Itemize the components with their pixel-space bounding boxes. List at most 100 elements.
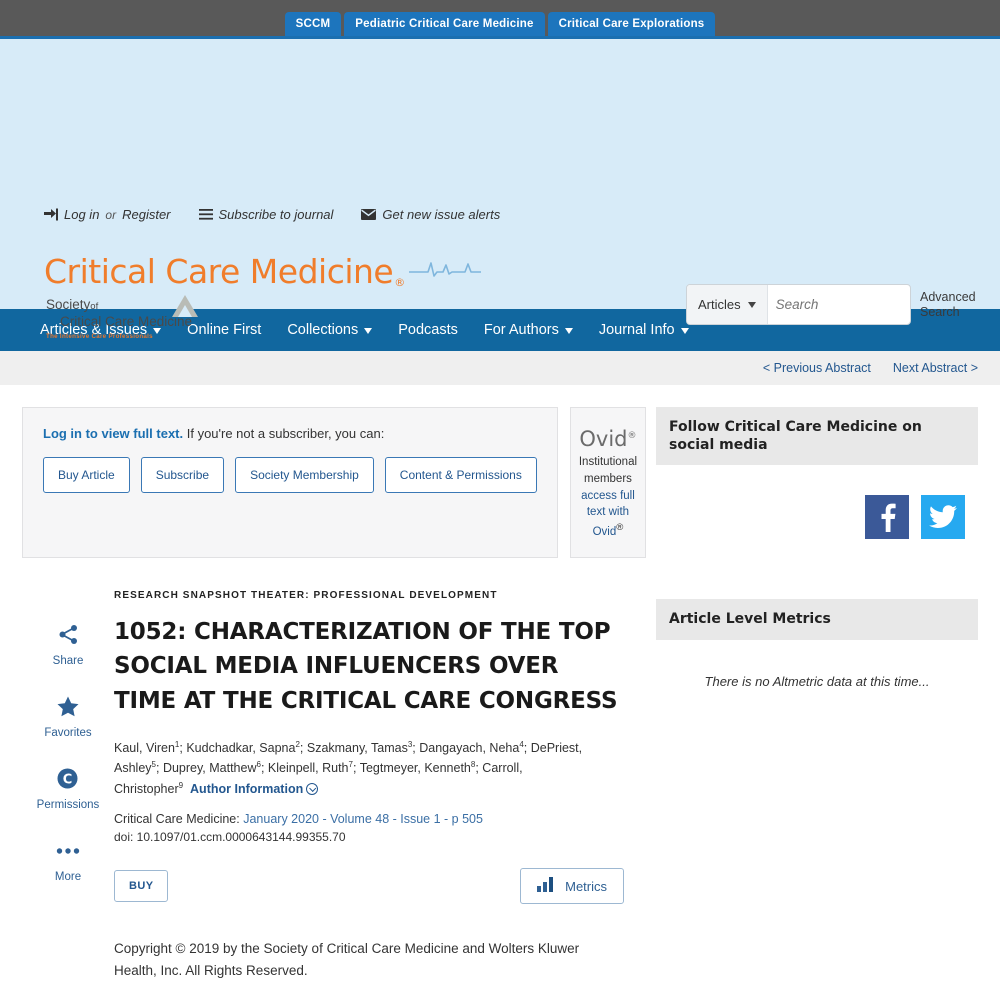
article-content: RESEARCH SNAPSHOT THEATER: PROFESSIONAL …	[114, 590, 632, 1000]
access-buttons: Buy Article Subscribe Society Membership…	[43, 457, 537, 493]
society-membership-button[interactable]: Society Membership	[235, 457, 374, 493]
article-action-row: BUY Metrics	[114, 868, 624, 905]
article-section-kicker: RESEARCH SNAPSHOT THEATER: PROFESSIONAL …	[114, 589, 498, 601]
twitter-icon[interactable]	[921, 495, 965, 540]
search-input[interactable]	[767, 297, 910, 312]
article-copyright: Copyright © 2019 by the Society of Criti…	[114, 941, 580, 979]
ovid-line-3: text with Ovid®	[579, 504, 637, 540]
journal-tab-pediatric-critical-care-medicine[interactable]: Pediatric Critical Care Medicine	[344, 11, 545, 36]
author-separator: ;	[523, 741, 531, 756]
login-to-view-link[interactable]: Log in to view full text.	[43, 426, 183, 441]
more-tool[interactable]: More	[55, 838, 81, 883]
journal-logo-text: Critical Care Medicine	[44, 252, 394, 291]
citation-issue-link[interactable]: January 2020 - Volume 48 - Issue 1 - p 5…	[243, 812, 483, 826]
nav-item-for-authors[interactable]: For Authors	[484, 322, 573, 338]
society-word-of: of	[90, 301, 99, 312]
author-affil-marker: 9	[178, 780, 184, 790]
facebook-icon[interactable]	[865, 495, 909, 540]
masthead-banner: Log in or Register Subscribe to journal …	[0, 36, 1000, 340]
author-information-toggle[interactable]: Author Information	[190, 782, 319, 796]
bar-chart-icon	[537, 877, 554, 895]
ekg-line-icon	[408, 251, 481, 284]
author-name: Duprey, Matthew	[162, 761, 257, 776]
society-triangle-inner-icon	[178, 305, 192, 317]
article-row: Share Favorites C Permissions More RESEA…	[22, 590, 632, 1000]
ovid-logo: Ovid®	[579, 424, 637, 454]
alerts-label[interactable]: Get new issue alerts	[382, 207, 500, 222]
nav-label: Journal Info	[598, 322, 675, 338]
svg-text:C: C	[63, 772, 73, 787]
permissions-tool[interactable]: C Permissions	[36, 766, 100, 811]
main-column: Log in to view full text. If you're not …	[22, 407, 647, 1000]
share-label: Share	[52, 654, 84, 667]
search-scope-dropdown[interactable]: Articles	[687, 285, 768, 324]
subscribe-label[interactable]: Subscribe to journal	[219, 207, 334, 222]
journal-tab-critical-care-explorations[interactable]: Critical Care Explorations	[547, 11, 716, 36]
society-word-society: Society	[46, 297, 91, 312]
ovid-members-text: members	[583, 473, 632, 486]
ovid-access-link[interactable]: access full	[581, 490, 635, 502]
author-item: Kudchadkar, Sapna2;	[186, 740, 307, 756]
citation-journal-name: Critical Care Medicine:	[114, 811, 240, 826]
search-area: Articles Advanced Search	[686, 284, 978, 325]
article-title: 1052: CHARACTERIZATION OF THE TOP SOCIAL…	[114, 618, 618, 714]
author-name: Dangayach, Neha	[419, 741, 520, 756]
access-prompt: Log in to view full text. If you're not …	[43, 426, 537, 441]
issue-alerts-link[interactable]: Get new issue alerts	[361, 207, 500, 222]
favorites-label: Favorites	[44, 726, 92, 739]
ovid-access-box[interactable]: Ovid® Institutional members access full …	[569, 407, 647, 558]
subscribe-button[interactable]: Subscribe	[140, 457, 225, 493]
subscribe-to-journal-link[interactable]: Subscribe to journal	[198, 207, 334, 222]
access-options-box: Log in to view full text. If you're not …	[22, 407, 558, 558]
advanced-search-link[interactable]: Advanced Search	[920, 290, 978, 319]
hamburger-icon	[198, 209, 213, 220]
metrics-button[interactable]: Metrics	[520, 868, 624, 905]
article-citation: Critical Care Medicine: January 2020 - V…	[114, 810, 624, 829]
share-tool[interactable]: Share	[52, 622, 84, 667]
society-tagline: The Intensive Care Professionals	[46, 332, 153, 340]
article-doi: doi: 10.1097/01.ccm.0000643144.99355.70	[114, 830, 346, 845]
advanced-search-line-1: Advanced	[920, 290, 976, 305]
author-separator: ;	[260, 761, 268, 776]
star-icon	[44, 694, 91, 720]
author-name: Kaul, Viren	[114, 741, 175, 756]
login-link[interactable]: Log in	[64, 207, 99, 222]
chevron-down-circle-icon	[306, 782, 319, 795]
chevron-down-icon	[747, 301, 756, 308]
access-prompt-rest: If you're not a subscriber, you can:	[183, 426, 385, 441]
journal-logo-wordmark: Critical Care Medicine ®	[44, 251, 481, 288]
register-link[interactable]: Register	[122, 207, 170, 222]
metrics-label: Metrics	[565, 878, 607, 894]
nav-label: For Authors	[483, 322, 559, 338]
ellipsis-icon	[55, 838, 81, 864]
journal-switcher-bar: SCCM Pediatric Critical Care Medicine Cr…	[0, 0, 1000, 36]
previous-abstract-link[interactable]: < Previous Abstract	[763, 361, 871, 375]
registered-mark: ®	[394, 276, 405, 289]
journal-logo[interactable]: Critical Care Medicine ® Societyof Critic…	[44, 251, 481, 340]
search-box[interactable]: Articles	[686, 284, 911, 325]
chevron-down-icon	[680, 328, 689, 334]
nav-item-journal-info[interactable]: Journal Info	[599, 322, 689, 338]
favorites-tool[interactable]: Favorites	[44, 694, 92, 739]
content-permissions-button[interactable]: Content & Permissions	[384, 457, 537, 493]
author-item: Szakmany, Tamas3;	[306, 740, 419, 756]
login-icon	[44, 208, 58, 221]
author-separator: ;	[155, 761, 163, 776]
buy-button[interactable]: BUY	[114, 870, 169, 903]
page-content: Log in to view full text. If you're not …	[0, 385, 1000, 1000]
journal-tab-sccm[interactable]: SCCM	[284, 11, 342, 36]
share-icon	[53, 622, 84, 648]
next-abstract-link[interactable]: Next Abstract >	[893, 361, 978, 375]
society-line-2: Critical Care Medicine	[60, 313, 193, 329]
author-name: Szakmany, Tamas	[306, 741, 408, 756]
author-item: Kleinpell, Ruth7;	[268, 760, 360, 775]
author-name: Kudchadkar, Sapna	[186, 741, 296, 756]
ovid-line-2: members access full	[579, 471, 637, 504]
advanced-search-line-2: Search	[920, 304, 960, 319]
permissions-label: Permissions	[36, 798, 100, 811]
society-line-1: Societyof	[44, 297, 294, 314]
buy-article-button[interactable]: Buy Article	[43, 457, 130, 493]
author-item: Kaul, Viren1;	[114, 740, 186, 756]
login-register-group[interactable]: Log in or Register	[44, 207, 171, 222]
copyright-icon: C	[37, 766, 100, 792]
